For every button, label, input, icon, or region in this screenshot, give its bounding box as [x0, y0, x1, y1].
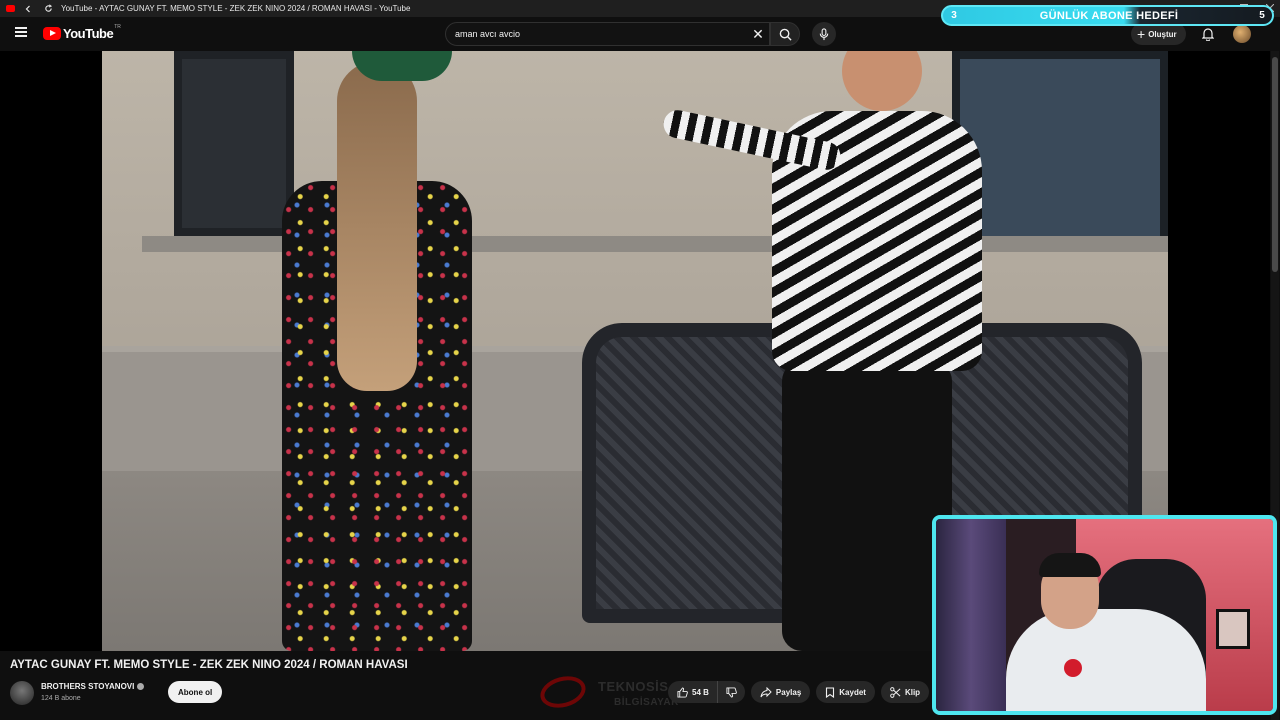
channel-name-row[interactable]: BROTHERS STOYANOVI: [41, 682, 145, 691]
clear-search-icon[interactable]: ✕: [747, 24, 769, 44]
goal-current-count: 3: [951, 10, 957, 21]
goal-target-count: 5: [1259, 10, 1265, 21]
account-avatar[interactable]: [1233, 25, 1251, 43]
webcam-streamer-hair: [1039, 553, 1101, 577]
create-label: Oluştur: [1148, 29, 1177, 39]
save-button[interactable]: Kaydet: [816, 681, 875, 703]
plus-icon: +: [1137, 26, 1146, 42]
like-count: 54 B: [692, 687, 709, 697]
video-actions: 54 B Paylaş Kaydet Klip: [668, 681, 930, 703]
create-button[interactable]: + Oluştur: [1131, 23, 1186, 45]
voice-search-button[interactable]: [812, 22, 836, 46]
search-box: ✕: [445, 22, 770, 46]
clip-label: Klip: [904, 687, 921, 697]
watermark-ring-icon: [536, 671, 590, 713]
like-button[interactable]: 54 B: [668, 681, 718, 703]
dislike-button[interactable]: [717, 681, 745, 703]
channel-name[interactable]: BROTHERS STOYANOVI: [41, 682, 134, 691]
webcam-streamer-body: [1006, 609, 1206, 711]
search-icon: [779, 28, 792, 41]
streamer-webcam-overlay: [932, 515, 1277, 715]
webcam-wall-frame: [1216, 609, 1250, 649]
youtube-logo[interactable]: YouTube TR: [43, 24, 121, 41]
video-title: AYTAC GUNAY FT. MEMO STYLE - ZEK ZEK NIN…: [10, 659, 408, 671]
watermark-line1: TEKNOSİS: [598, 679, 669, 694]
window-title: YouTube - AYTAC GUNAY FT. MEMO STYLE - Z…: [61, 4, 411, 13]
search-input[interactable]: [446, 24, 747, 44]
verified-badge-icon: [137, 683, 145, 691]
like-dislike-group: 54 B: [668, 681, 745, 703]
share-button[interactable]: Paylaş: [750, 681, 811, 703]
thumbs-up-icon: [677, 686, 688, 698]
microphone-icon: [819, 27, 829, 40]
subscribe-button[interactable]: Abone ol: [168, 681, 223, 703]
youtube-favicon-icon: [6, 5, 15, 12]
scrollbar-thumb[interactable]: [1272, 57, 1278, 272]
goal-label: GÜNLÜK ABONE HEDEFİ: [1039, 9, 1179, 22]
search-button[interactable]: [770, 22, 800, 46]
save-label: Kaydet: [839, 687, 866, 697]
region-code: TR: [114, 24, 121, 30]
video-scene-dancer-left: [242, 51, 512, 651]
reload-icon[interactable]: [41, 2, 55, 16]
scissors-icon: [890, 686, 901, 698]
hamburger-menu-icon[interactable]: [12, 25, 30, 43]
turkish-flag-patch-icon: [1064, 659, 1082, 677]
youtube-play-icon: [43, 27, 61, 40]
webcam-curtain: [936, 519, 1006, 711]
logo-text: YouTube: [63, 26, 114, 41]
back-arrow-icon[interactable]: [21, 2, 35, 16]
subscriber-goal-overlay: 3 GÜNLÜK ABONE HEDEFİ 5: [941, 5, 1274, 26]
clip-button[interactable]: Klip: [880, 681, 930, 703]
channel-avatar[interactable]: [10, 681, 34, 705]
thumbs-down-icon: [726, 686, 737, 698]
bookmark-icon: [826, 686, 835, 698]
notifications-bell-icon[interactable]: [1199, 25, 1217, 43]
subscriber-count: 124 B abone: [41, 695, 81, 702]
share-label: Paylaş: [775, 687, 802, 697]
share-arrow-icon: [760, 686, 772, 697]
